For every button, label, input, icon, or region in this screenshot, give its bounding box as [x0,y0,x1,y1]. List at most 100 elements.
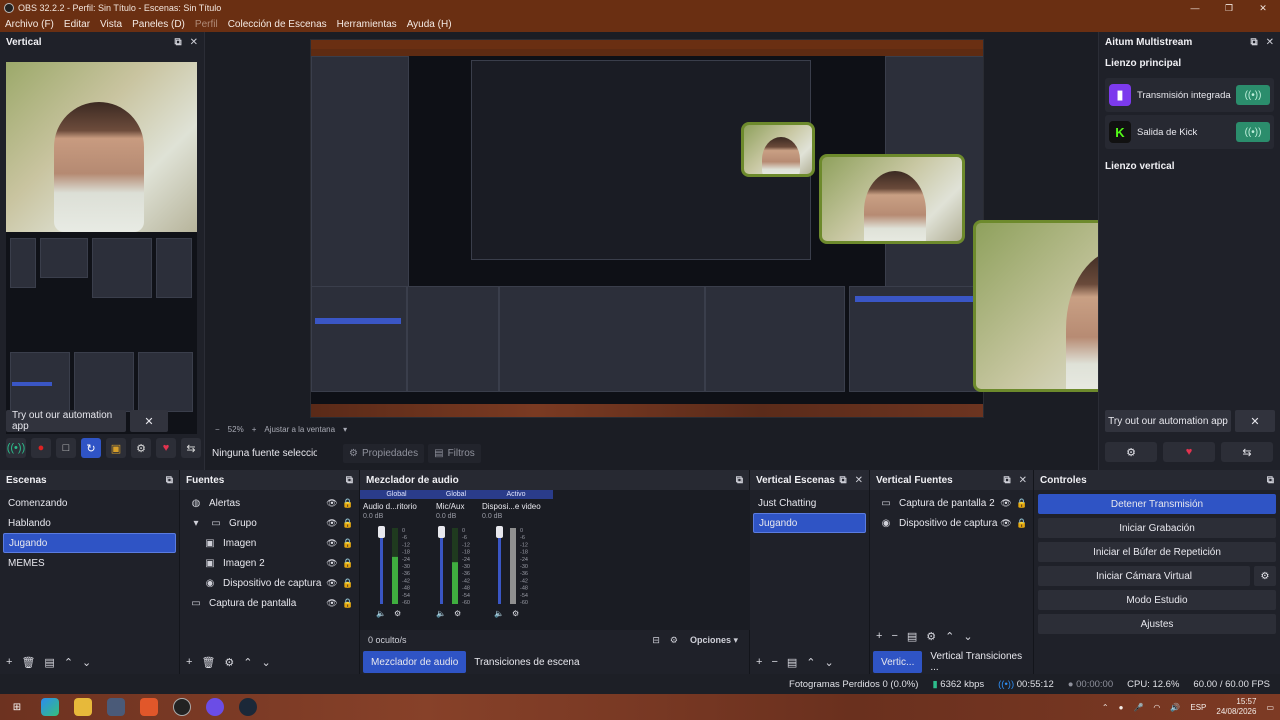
dismiss-button[interactable]: ✕ [1235,410,1275,432]
source-item[interactable]: ◉ Dispositivo de captura de v👁🔒 [183,573,356,593]
tab-audio-mixer[interactable]: Mezclador de audio [363,651,467,673]
lock-icon[interactable]: 🔒 [340,598,356,609]
filter-icon[interactable]: ▤ [907,630,917,643]
obs-icon[interactable] [173,698,191,716]
options-button[interactable]: Opciones ▾ [690,635,738,646]
start-recording-button[interactable]: Iniciar Grabación [1038,518,1276,538]
heart-icon[interactable]: ♥ [1163,442,1215,462]
lock-icon[interactable]: 🔒 [1014,498,1030,509]
fit-window-select[interactable]: Ajustar a la ventana [264,425,335,434]
language[interactable]: ESP [1190,703,1206,712]
filters-button[interactable]: ▤ Filtros [428,443,481,463]
add-icon[interactable]: + [186,656,192,668]
stop-stream-button[interactable]: Detener Transmisión [1038,494,1276,514]
add-icon[interactable]: + [756,656,762,668]
chevron-up-icon[interactable]: ⌃ [243,656,252,669]
zoom-level[interactable]: 52% [228,425,244,434]
vertical-scene-item[interactable]: Jugando [753,513,866,533]
properties-button[interactable]: ⚙ Propiedades [343,443,425,463]
chevron-down-icon[interactable]: ⌄ [82,656,91,669]
chevron-down-icon[interactable]: ▾ [189,518,203,529]
float-icon[interactable]: ⧉ [1003,475,1010,486]
folder-icon[interactable] [74,698,92,716]
menu-archivo[interactable]: Archivo (F) [0,19,59,30]
remove-icon[interactable]: − [891,630,897,642]
chevron-up-icon[interactable]: ⌃ [1102,703,1109,712]
eye-icon[interactable]: 👁 [998,518,1014,529]
eye-icon[interactable]: 👁 [324,498,340,509]
filter-icon[interactable]: ▤ [44,656,54,669]
heart-icon[interactable]: ♥ [156,438,176,458]
virtual-cam-icon[interactable]: ▣ [106,438,126,458]
chevron-down-icon[interactable]: ▾ [343,425,347,434]
menu-paneles[interactable]: Paneles (D) [127,19,190,30]
chevron-down-icon[interactable]: ⌄ [963,630,972,643]
source-item[interactable]: ▣ Imagen 👁 🔒 [183,533,356,553]
stream-icon[interactable]: ((•)) [6,438,26,458]
close-icon[interactable]: ✕ [1246,0,1280,16]
add-icon[interactable]: + [876,630,882,642]
float-icon[interactable]: ⧉ [346,475,353,486]
studio-mode-button[interactable]: Modo Estudio [1038,590,1276,610]
filter-icon[interactable]: ▤ [787,656,797,669]
gear-icon[interactable]: ⚙ [1254,566,1276,586]
gear-icon[interactable]: ⚙ [670,635,678,646]
eye-icon[interactable]: 👁 [324,538,340,549]
mic-icon[interactable]: 🎤 [1133,703,1143,712]
close-icon[interactable]: ✕ [190,37,198,48]
float-icon[interactable]: ⧉ [1267,475,1274,486]
source-item[interactable]: ▾ ▭ Grupo 👁 🔒 [183,513,356,533]
eye-icon[interactable]: 👁 [998,498,1014,509]
close-icon[interactable]: ✕ [1266,37,1274,48]
wifi-icon[interactable]: ◠ [1153,703,1160,712]
start-virtual-camera-button[interactable]: Iniciar Cámara Virtual [1038,566,1250,586]
windows-start-icon[interactable]: ⊞ [8,698,26,716]
scene-item[interactable]: Hablando [3,513,176,533]
copilot-icon[interactable] [41,698,59,716]
menu-ayuda[interactable]: Ayuda (H) [402,19,457,30]
zoom-out-button[interactable]: − [215,425,220,434]
source-item[interactable]: ▭ Captura de pantalla 👁 🔒 [183,593,356,613]
zoom-in-button[interactable]: + [252,425,257,434]
chevron-up-icon[interactable]: ⌃ [806,656,815,669]
vertical-scene-item[interactable]: Just Chatting [753,493,866,513]
float-icon[interactable]: ⧉ [166,475,173,486]
speaker-icon[interactable]: 🔈 [436,609,446,618]
menu-vista[interactable]: Vista [95,19,127,30]
try-automation-button[interactable]: Try out our automation app [1105,410,1231,432]
tray-app-icon[interactable]: ● [1119,703,1124,712]
eye-icon[interactable]: 👁 [324,518,340,529]
lock-icon[interactable]: 🔒 [340,558,356,569]
scene-item[interactable]: Comenzando [3,493,176,513]
try-automation-button[interactable]: Try out our automation app [6,410,126,432]
replay-icon[interactable]: □ [56,438,76,458]
scene-item[interactable]: MEMES [3,553,176,573]
share-icon[interactable]: ⇆ [1221,442,1273,462]
float-icon[interactable]: ⧉ [736,475,743,486]
speaker-icon[interactable]: 🔈 [376,609,386,618]
trash-icon[interactable]: 🗑 [21,656,35,669]
main-canvas-preview[interactable]: − 52% + Ajustar a la ventana ▾ Ninguna f… [205,32,1255,470]
trash-icon[interactable]: 🗑 [201,656,215,669]
menu-editar[interactable]: Editar [59,19,95,30]
eye-icon[interactable]: 👁 [324,578,340,589]
dismiss-button[interactable]: ✕ [130,410,168,432]
volume-icon[interactable]: 🔊 [1170,703,1180,712]
close-icon[interactable]: ✕ [1019,475,1027,486]
start-replay-buffer-button[interactable]: Iniciar el Búfer de Repetición [1038,542,1276,562]
app-icon[interactable] [107,698,125,716]
tab-vertical-sources[interactable]: Vertic... [873,651,923,673]
volume-meter[interactable] [438,526,458,604]
gear-icon[interactable]: ⚙ [394,609,401,618]
speaker-icon[interactable]: 🔈 [494,609,504,618]
chevron-down-icon[interactable]: ⌄ [825,656,834,669]
source-item[interactable]: ◍ Alertas 👁 🔒 [183,493,356,513]
tab-scene-transitions[interactable]: Transiciones de escena [466,651,587,673]
minimize-icon[interactable]: — [1178,0,1212,16]
chevron-up-icon[interactable]: ⌃ [64,656,73,669]
clock[interactable]: 15:57 24/08/2026 [1216,697,1256,717]
float-icon[interactable]: ⧉ [839,475,846,486]
preview-canvas[interactable] [310,39,984,418]
output-toggle[interactable]: ((•)) [1236,122,1270,142]
layout-icon[interactable]: ⊟ [652,635,660,646]
